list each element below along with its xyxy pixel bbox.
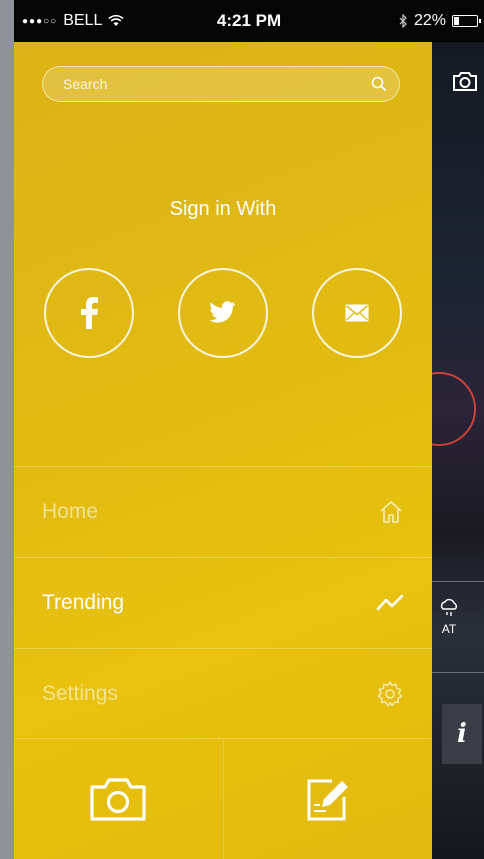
camera-icon <box>90 778 146 821</box>
search-icon[interactable] <box>371 76 387 92</box>
weather-item[interactable]: AT <box>438 597 460 636</box>
phone-screen: ●●●○○ BELL 4:21 PM 22% AT i Search Sign … <box>14 0 484 859</box>
background-app-edge: AT i <box>402 42 484 859</box>
status-bar: ●●●○○ BELL 4:21 PM 22% <box>14 0 484 42</box>
gear-icon <box>377 681 403 707</box>
status-right: 22% <box>399 12 481 30</box>
menu-item-label: Home <box>42 500 99 523</box>
menu-item-settings[interactable]: Settings <box>14 648 432 739</box>
info-button[interactable]: i <box>442 704 482 764</box>
signin-title: Sign in With <box>169 198 277 220</box>
facebook-button[interactable] <box>44 268 134 358</box>
menu-item-label: Trending <box>42 591 125 614</box>
mail-icon <box>345 304 369 322</box>
drawer-bottom-bar <box>14 738 432 859</box>
weather-label: AT <box>441 622 457 636</box>
camera-button[interactable] <box>14 739 223 859</box>
divider <box>432 672 484 673</box>
trending-icon <box>376 594 404 611</box>
facebook-icon <box>81 297 98 329</box>
search-bar[interactable]: Search <box>42 66 400 102</box>
email-button[interactable] <box>312 268 402 358</box>
drawer-menu: Home Trending Settings <box>14 466 432 739</box>
edit-icon <box>307 779 348 821</box>
side-drawer: Search Sign in With Home Trending Settin… <box>14 42 432 859</box>
bluetooth-icon <box>399 14 407 28</box>
menu-item-trending[interactable]: Trending <box>14 557 432 648</box>
camera-icon[interactable] <box>452 70 478 92</box>
menu-item-home[interactable]: Home <box>14 466 432 557</box>
twitter-icon <box>209 301 236 323</box>
twitter-button[interactable] <box>178 268 268 358</box>
battery-icon <box>452 15 481 27</box>
compose-button[interactable] <box>222 739 433 859</box>
search-input[interactable]: Search <box>63 76 371 92</box>
divider <box>432 581 484 582</box>
battery-percent: 22% <box>413 12 446 29</box>
menu-item-label: Settings <box>42 682 118 705</box>
cloud-rain-icon <box>440 598 457 616</box>
home-icon <box>380 501 402 523</box>
